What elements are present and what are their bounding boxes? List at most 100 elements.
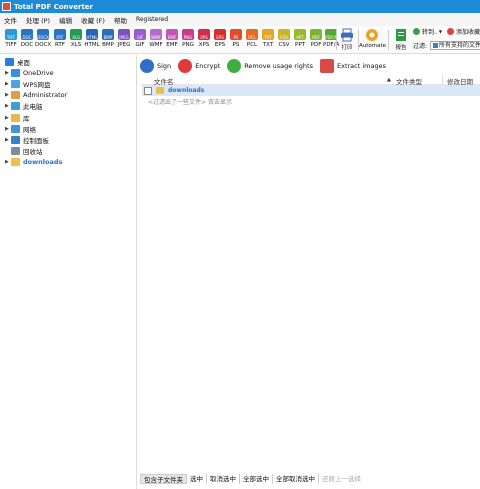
add-favorite-button[interactable]: 添加收藏 [447, 27, 480, 36]
row-checkbox[interactable] [144, 86, 152, 95]
sign-icon [140, 59, 154, 73]
format-button-bmp[interactable]: BMP BMP [100, 29, 116, 48]
format-label: PDF [310, 42, 322, 48]
report-label: 报告 [395, 45, 407, 51]
tree-item-onedrive[interactable]: ▶ OneDrive [5, 67, 54, 78]
tree-item-label: 此电脑 [23, 103, 43, 112]
network-icon [11, 124, 20, 133]
include-subfolders-button[interactable]: 包含子文件夹 [140, 474, 187, 484]
tree-item-控制面板[interactable]: ▶ 控制面板 [5, 134, 49, 145]
action-label: Extract images [336, 62, 386, 70]
wps-cloud-icon [11, 79, 20, 88]
format-button-xps[interactable]: XPS XPS [196, 29, 212, 48]
menu-favorites[interactable]: 收藏 (F) [81, 15, 105, 25]
format-txt-icon: TXT [262, 29, 274, 40]
tree-item-此电脑[interactable]: ▶ 此电脑 [5, 101, 43, 112]
format-button-doc[interactable]: DOC DOC [19, 29, 35, 48]
library-icon [11, 113, 20, 122]
format-rtf-icon: RTF [54, 29, 66, 40]
format-button-pdf[interactable]: PDF PDF [308, 29, 324, 48]
format-label: RTF [55, 42, 65, 48]
format-button-wmf[interactable]: WMF WMF [148, 29, 164, 48]
filter-select[interactable]: 所有支持的文件 [430, 41, 480, 50]
format-button-txt[interactable]: TXT TXT [260, 29, 276, 48]
tree-item-label: downloads [23, 158, 63, 167]
format-button-ps[interactable]: PS PS [228, 29, 244, 48]
format-button-html[interactable]: HTML HTML [84, 29, 100, 48]
format-button-tiff[interactable]: TIFF TIFF [3, 29, 19, 48]
tree-item-downloads[interactable]: ▶ downloads [5, 157, 62, 168]
tree-item-label: 桌面 [17, 58, 30, 67]
convert-to-button[interactable]: 转到.. ▼ [413, 27, 442, 36]
format-pdf-icon: PDF [310, 29, 322, 40]
tree-item-label: 网络 [23, 125, 36, 134]
convert-arrow-icon [413, 28, 420, 35]
format-icon-text: TIFF [6, 35, 16, 40]
tree-item-label: OneDrive [23, 68, 54, 77]
format-button-gif[interactable]: GIF GIF [132, 29, 148, 48]
recycle-bin-icon [11, 147, 20, 156]
format-label: JPEG [117, 42, 131, 48]
format-icon-text: PCL [248, 35, 256, 40]
tree-item-wps网盘[interactable]: ▶ WPS网盘 [5, 78, 50, 89]
toolbar: TIFF TIFF DOC DOC DOCX DOCX RTF RTF XLS XLS HTML HT… [0, 26, 480, 54]
format-button-pcl[interactable]: PCL PCL [244, 29, 260, 48]
format-label: PNG [182, 42, 194, 48]
window-title: Total PDF Converter [14, 2, 93, 11]
format-button-csv[interactable]: CSV CSV [276, 29, 292, 48]
uncheck-all-button[interactable]: 全部取消选中 [273, 474, 319, 484]
format-button-eps[interactable]: EPS EPS [212, 29, 228, 48]
report-button[interactable]: 报告 [392, 28, 410, 51]
format-button-jpeg[interactable]: JPEG JPEG [116, 29, 132, 48]
tree-item-网络[interactable]: ▶ 网络 [5, 123, 36, 134]
sign-button[interactable]: Sign [140, 59, 171, 73]
menu-edit[interactable]: 编辑 [59, 15, 72, 25]
format-button-rtf[interactable]: RTF RTF [52, 29, 68, 48]
remove-rights-button[interactable]: Remove usage rights [227, 59, 313, 73]
menu-process[interactable]: 处理 (P) [26, 15, 50, 25]
format-button-emf[interactable]: EMF EMF [164, 29, 180, 48]
format-button-png[interactable]: PNG PNG [180, 29, 196, 48]
table-row[interactable]: downloads [142, 85, 480, 96]
format-button-xls[interactable]: XLS XLS [68, 29, 84, 48]
action-label: Sign [157, 62, 172, 70]
file-list-header: 文件名 ▲ 文件类型 修改日期 [140, 75, 480, 86]
format-ppt-icon: PPT [294, 29, 306, 40]
encrypt-button[interactable]: Encrypt [178, 59, 220, 73]
automate-button[interactable]: Automate [359, 28, 386, 49]
format-label: TXT [262, 42, 274, 48]
tree-item-label: 库 [23, 114, 30, 123]
format-label: BMP [102, 42, 114, 48]
menu-file[interactable]: 文件 [4, 15, 17, 25]
format-button-ppt[interactable]: PPT PPT [292, 29, 308, 48]
format-icon-text: PS [233, 35, 239, 40]
print-button[interactable]: 打印 [338, 28, 356, 51]
extract-images-button[interactable]: Extract images [319, 59, 386, 73]
action-bar: Sign Encrypt Remove usage rights Extract im… [140, 57, 393, 75]
format-csv-icon: CSV [278, 29, 290, 40]
check-all-button[interactable]: 全部选中 [240, 474, 273, 484]
filter-row: 过滤: 所有支持的文件 [413, 41, 480, 50]
menu-help[interactable]: 帮助 [114, 15, 127, 25]
format-png-icon: PNG [182, 29, 194, 40]
format-button-docx[interactable]: DOCX DOCX [35, 29, 51, 48]
user-icon [11, 91, 20, 100]
check-button[interactable]: 选中 [187, 474, 207, 484]
tree-item-回收站[interactable]: 回收站 [5, 146, 43, 157]
filter-value: 所有支持的文件 [439, 41, 480, 49]
toolbar-separator [388, 30, 389, 50]
tree-item-administrator[interactable]: ▶ Administrator [5, 90, 67, 101]
format-label: TIFF [5, 42, 17, 48]
format-icon-text: PPT [296, 35, 304, 40]
format-eps-icon: EPS [214, 29, 226, 40]
chevron-down-icon: ▼ [438, 29, 442, 34]
format-label: PPT [295, 42, 305, 48]
tree-item-桌面[interactable]: 桌面 [5, 56, 30, 67]
sort-up-icon: ▲ [387, 77, 391, 83]
add-favorite-label: 添加收藏 [456, 29, 480, 36]
uncheck-button[interactable]: 取消选中 [207, 474, 240, 484]
format-doc-icon: DOC [21, 29, 33, 40]
restore-selection-button[interactable]: 还原上一选择 [319, 474, 364, 484]
tree-item-库[interactable]: ▶ 库 [5, 112, 30, 123]
format-icon-text: TXT [264, 35, 272, 40]
